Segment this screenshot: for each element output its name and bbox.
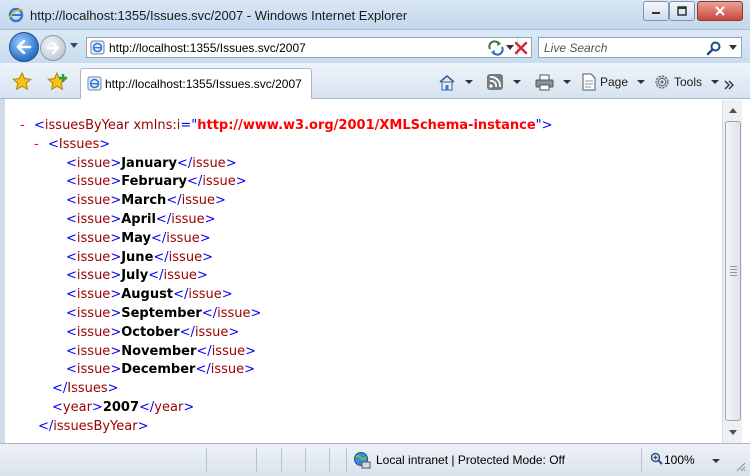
security-zone-text[interactable]: Local intranet | Protected Mode: Off [376, 453, 565, 467]
page-dropdown-icon [637, 80, 646, 84]
gear-icon [655, 75, 669, 89]
printer-icon [535, 74, 554, 90]
zoom-dropdown-icon[interactable] [712, 459, 720, 463]
home-dropdown-icon[interactable] [465, 80, 473, 84]
issue-value: August [121, 287, 174, 303]
home-button[interactable] [438, 72, 473, 92]
minimize-icon [652, 12, 660, 14]
status-bar: Local intranet | Protected Mode: Off 100… [0, 443, 750, 476]
address-text[interactable]: http://localhost:1355/Issues.svc/2007 [109, 41, 306, 55]
maximize-button[interactable] [669, 1, 695, 21]
feeds-button[interactable] [486, 72, 521, 92]
zoom-level[interactable]: 100% [664, 453, 695, 467]
issue-value: November [121, 343, 197, 359]
page-icon [90, 40, 105, 55]
print-dropdown-icon[interactable] [563, 80, 571, 84]
internet-explorer-icon [8, 7, 24, 23]
xml-issues-close: </Issues> [52, 381, 119, 397]
xml-issues-open: - <Issues> [20, 136, 553, 155]
tools-menu-button[interactable]: Tools [653, 72, 720, 92]
title-bar: http://localhost:1355/Issues.svc/2007 - … [0, 0, 750, 30]
window-title: http://localhost:1355/Issues.svc/2007 - … [30, 8, 408, 23]
forward-button[interactable] [40, 35, 66, 61]
xml-issue-line: <issue>March</issue> [66, 193, 226, 209]
forward-arrow-icon [46, 42, 60, 54]
print-button[interactable] [535, 72, 571, 92]
back-arrow-icon [16, 40, 32, 54]
page-menu-button[interactable]: Page [581, 72, 646, 92]
issue-value: March [121, 193, 167, 209]
toolbar-overflow-icon[interactable] [724, 75, 734, 95]
xml-tree: - <issuesByYear xmlns:i="http://www.w3.or… [20, 117, 553, 437]
xml-document-view: - <issuesByYear xmlns:i="http://www.w3.or… [0, 99, 750, 443]
issue-value: June [121, 249, 154, 265]
tools-menu-label: Tools [674, 75, 703, 89]
add-to-favorites-icon[interactable] [47, 72, 69, 91]
xml-issue-line: <issue>April</issue> [66, 211, 216, 227]
intranet-zone-icon [354, 452, 371, 469]
scroll-up-button[interactable] [723, 102, 742, 119]
navigation-bar: http://localhost:1355/Issues.svc/2007 [0, 30, 750, 63]
favorites-center-icon[interactable] [12, 72, 32, 91]
vertical-scrollbar[interactable] [722, 100, 742, 443]
issues-tag-name: Issues [58, 136, 100, 152]
refresh-icon[interactable] [487, 40, 505, 56]
scroll-up-arrow-icon [728, 108, 737, 113]
root-tag-name: issuesByYear [44, 118, 130, 133]
issue-value: September [121, 305, 202, 321]
scroll-down-arrow-icon [728, 430, 737, 435]
xml-issue-line: <issue>February</issue> [66, 174, 247, 190]
xml-issue-line: <issue>July</issue> [66, 268, 208, 284]
issue-value: October [121, 324, 180, 340]
issue-value: April [121, 211, 156, 227]
resize-grip-icon[interactable] [736, 462, 746, 472]
home-icon [439, 74, 455, 90]
xml-year-line: <year>2007</year> [52, 399, 195, 415]
zoom-icon[interactable] [650, 452, 663, 465]
back-button[interactable] [9, 32, 39, 62]
tools-dropdown-icon [711, 80, 720, 84]
collapse-toggle[interactable]: - [20, 117, 34, 136]
page-menu-icon [582, 73, 596, 91]
root-attr-name: xmlns:i [133, 118, 181, 133]
scroll-down-button[interactable] [723, 424, 742, 441]
page-menu-label: Page [600, 75, 629, 89]
root-attr-value: http://www.w3.org/2001/XMLSchema-instanc… [197, 118, 536, 133]
xml-issue-line: <issue>May</issue> [66, 230, 211, 246]
xml-issue-line: <issue>January</issue> [66, 155, 237, 171]
recent-pages-dropdown-icon[interactable] [70, 43, 78, 48]
search-provider-dropdown-icon[interactable] [729, 45, 737, 50]
minimize-button[interactable] [643, 1, 669, 21]
tab-toolbar-row: http://localhost:1355/Issues.svc/2007 Pa… [0, 63, 750, 99]
search-icon[interactable] [706, 40, 722, 56]
xml-issue-line: <issue>June</issue> [66, 249, 213, 265]
xml-issue-line: <issue>December</issue> [66, 362, 256, 378]
page-icon [87, 76, 102, 91]
stop-icon[interactable] [513, 40, 529, 56]
search-input[interactable] [539, 38, 699, 57]
feeds-icon [487, 74, 503, 90]
issue-value: December [121, 362, 196, 378]
xml-root-open: - <issuesByYear xmlns:i="http://www.w3.or… [20, 117, 553, 136]
issue-value: July [121, 268, 149, 284]
year-value: 2007 [102, 399, 140, 415]
issue-value: May [121, 230, 152, 246]
issue-value: February [121, 174, 188, 190]
close-icon [715, 6, 725, 16]
xml-issue-line: <issue>October</issue> [66, 324, 240, 340]
address-bar[interactable]: http://localhost:1355/Issues.svc/2007 [86, 37, 532, 58]
feeds-dropdown-icon[interactable] [513, 80, 521, 84]
tab-title: http://localhost:1355/Issues.svc/2007 [105, 77, 302, 91]
collapse-toggle[interactable]: - [34, 136, 48, 155]
xml-issue-line: <issue>November</issue> [66, 343, 256, 359]
issue-value: January [121, 155, 177, 171]
xml-issue-line: <issue>August</issue> [66, 287, 233, 303]
xml-root-close: </issuesByYear> [38, 418, 149, 434]
tab-issues-2007[interactable]: http://localhost:1355/Issues.svc/2007 [80, 68, 312, 99]
scrollbar-thumb[interactable] [725, 121, 741, 421]
close-button[interactable] [697, 1, 743, 21]
maximize-icon [677, 6, 687, 16]
search-box[interactable] [538, 37, 742, 58]
xml-issue-line: <issue>September</issue> [66, 305, 262, 321]
